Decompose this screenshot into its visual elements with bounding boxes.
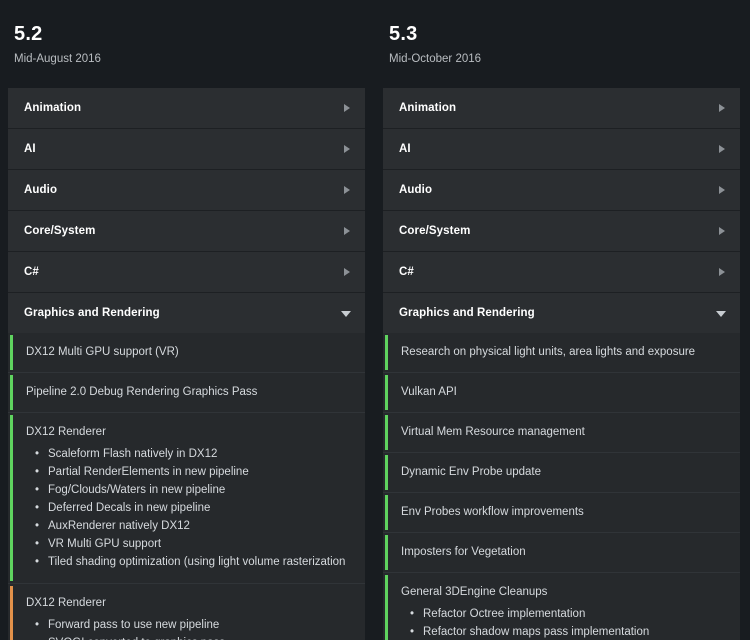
accordion-title: C#	[24, 266, 39, 278]
accordion-title: Audio	[24, 184, 58, 196]
release-column: 5.2 Mid-August 2016 Animation AI Audio Core/S…	[0, 0, 375, 640]
accordion-body: DX12 Multi GPU support (VR) Pipeline 2.0 …	[8, 333, 365, 640]
accordion-title: C#	[399, 266, 414, 278]
accordion-section: Audio	[8, 170, 365, 211]
feature-card[interactable]: General 3DEngine Cleanups Refactor Octree…	[383, 573, 740, 640]
feature-card[interactable]: Dynamic Env Probe update	[383, 453, 740, 493]
accordion-body: Research on physical light units, area l…	[383, 333, 740, 640]
chevron-right-icon[interactable]	[716, 267, 726, 277]
accordion-section: Graphics and Rendering DX12 Multi GPU sup…	[8, 293, 365, 640]
accordion-header-ai[interactable]: AI	[383, 129, 740, 169]
version-number: 5.3	[389, 23, 418, 45]
accordion-section: Graphics and Rendering Research on physic…	[383, 293, 740, 640]
feature-bullet-item: VR Multi GPU support	[26, 535, 351, 553]
chevron-right-icon[interactable]	[341, 144, 351, 154]
release-column: 5.3 Mid-October 2016 Animation AI Audio Core/…	[375, 0, 750, 640]
release-date: Mid-August 2016	[14, 53, 101, 65]
accordion-title: Graphics and Rendering	[24, 307, 160, 319]
accordion-header-c-[interactable]: C#	[383, 252, 740, 292]
accordion-section: AI	[383, 129, 740, 170]
feature-card-title: Dynamic Env Probe update	[401, 466, 541, 478]
accordion-section: Animation	[383, 88, 740, 129]
feature-card-title: Env Probes workflow improvements	[401, 506, 584, 518]
category-accordion: Animation AI Audio Core/System C# Graphics an…	[8, 88, 365, 640]
feature-card[interactable]: Virtual Mem Resource management	[383, 413, 740, 453]
feature-bullet-item: SVOGI converted to graphics pass	[26, 634, 351, 640]
feature-bullet-item: Deferred Decals in new pipeline	[26, 499, 351, 517]
chevron-right-icon[interactable]	[716, 103, 726, 113]
feature-card-title: General 3DEngine Cleanups	[401, 586, 548, 598]
accordion-title: Core/System	[399, 225, 471, 237]
accordion-header-graphics-and-rendering[interactable]: Graphics and Rendering	[8, 293, 365, 333]
accordion-header-core-system[interactable]: Core/System	[383, 211, 740, 251]
accordion-title: AI	[24, 143, 36, 155]
feature-card[interactable]: Vulkan API	[383, 373, 740, 413]
feature-card-title: Virtual Mem Resource management	[401, 426, 585, 438]
feature-bullet-list: Scaleform Flash natively in DX12Partial …	[26, 445, 351, 571]
feature-bullet-list: Forward pass to use new pipelineSVOGI co…	[26, 616, 351, 640]
accordion-section: Core/System	[8, 211, 365, 252]
release-date: Mid-October 2016	[389, 53, 482, 65]
accordion-header-c-[interactable]: C#	[8, 252, 365, 292]
feature-bullet-list: Refactor Octree implementationRefactor s…	[401, 605, 726, 640]
feature-card[interactable]: DX12 Multi GPU support (VR)	[8, 333, 365, 373]
feature-bullet-item: Refactor Octree implementation	[401, 605, 726, 623]
chevron-right-icon[interactable]	[341, 185, 351, 195]
accordion-title: AI	[399, 143, 411, 155]
accordion-section: C#	[8, 252, 365, 293]
accordion-section: AI	[8, 129, 365, 170]
feature-bullet-item: Partial RenderElements in new pipeline	[26, 463, 351, 481]
feature-bullet-item: Forward pass to use new pipeline	[26, 616, 351, 634]
chevron-right-icon[interactable]	[341, 226, 351, 236]
chevron-down-icon[interactable]	[716, 308, 726, 318]
feature-card[interactable]: DX12 Renderer Forward pass to use new pip…	[8, 584, 365, 640]
accordion-header-core-system[interactable]: Core/System	[8, 211, 365, 251]
feature-card-title: DX12 Multi GPU support (VR)	[26, 346, 179, 358]
feature-bullet-item: AuxRenderer natively DX12	[26, 517, 351, 535]
release-header: 5.3 Mid-October 2016	[383, 0, 740, 66]
accordion-title: Audio	[399, 184, 433, 196]
feature-card[interactable]: Imposters for Vegetation	[383, 533, 740, 573]
feature-bullet-item: Fog/Clouds/Waters in new pipeline	[26, 481, 351, 499]
feature-card[interactable]: Env Probes workflow improvements	[383, 493, 740, 533]
accordion-title: Animation	[399, 102, 457, 114]
feature-card-title: Pipeline 2.0 Debug Rendering Graphics Pa…	[26, 386, 258, 398]
chevron-right-icon[interactable]	[341, 267, 351, 277]
accordion-title: Graphics and Rendering	[399, 307, 535, 319]
feature-card-title: Research on physical light units, area l…	[401, 346, 696, 358]
feature-card-title: DX12 Renderer	[26, 426, 106, 438]
accordion-title: Core/System	[24, 225, 96, 237]
accordion-section: Animation	[8, 88, 365, 129]
feature-bullet-item: Tiled shading optimization (using light …	[26, 553, 351, 571]
accordion-header-animation[interactable]: Animation	[8, 88, 365, 128]
accordion-section: Core/System	[383, 211, 740, 252]
accordion-header-animation[interactable]: Animation	[383, 88, 740, 128]
feature-bullet-item: Refactor shadow maps pass implementation	[401, 623, 726, 640]
chevron-right-icon[interactable]	[716, 226, 726, 236]
accordion-header-audio[interactable]: Audio	[8, 170, 365, 210]
feature-card[interactable]: DX12 Renderer Scaleform Flash natively in…	[8, 413, 365, 584]
feature-card-title: Vulkan API	[401, 386, 457, 398]
accordion-header-graphics-and-rendering[interactable]: Graphics and Rendering	[383, 293, 740, 333]
feature-card-title: DX12 Renderer	[26, 597, 106, 609]
release-header: 5.2 Mid-August 2016	[8, 0, 365, 66]
roadmap-board: 5.2 Mid-August 2016 Animation AI Audio Core/S…	[0, 0, 750, 640]
feature-card[interactable]: Pipeline 2.0 Debug Rendering Graphics Pa…	[8, 373, 365, 413]
feature-bullet-item: Scaleform Flash natively in DX12	[26, 445, 351, 463]
chevron-right-icon[interactable]	[716, 185, 726, 195]
chevron-down-icon[interactable]	[341, 308, 351, 318]
feature-card[interactable]: Research on physical light units, area l…	[383, 333, 740, 373]
accordion-section: C#	[383, 252, 740, 293]
accordion-title: Animation	[24, 102, 82, 114]
accordion-header-ai[interactable]: AI	[8, 129, 365, 169]
chevron-right-icon[interactable]	[716, 144, 726, 154]
version-number: 5.2	[14, 23, 43, 45]
chevron-right-icon[interactable]	[341, 103, 351, 113]
accordion-section: Audio	[383, 170, 740, 211]
accordion-header-audio[interactable]: Audio	[383, 170, 740, 210]
category-accordion: Animation AI Audio Core/System C# Graphics an…	[383, 88, 740, 640]
feature-card-title: Imposters for Vegetation	[401, 546, 526, 558]
